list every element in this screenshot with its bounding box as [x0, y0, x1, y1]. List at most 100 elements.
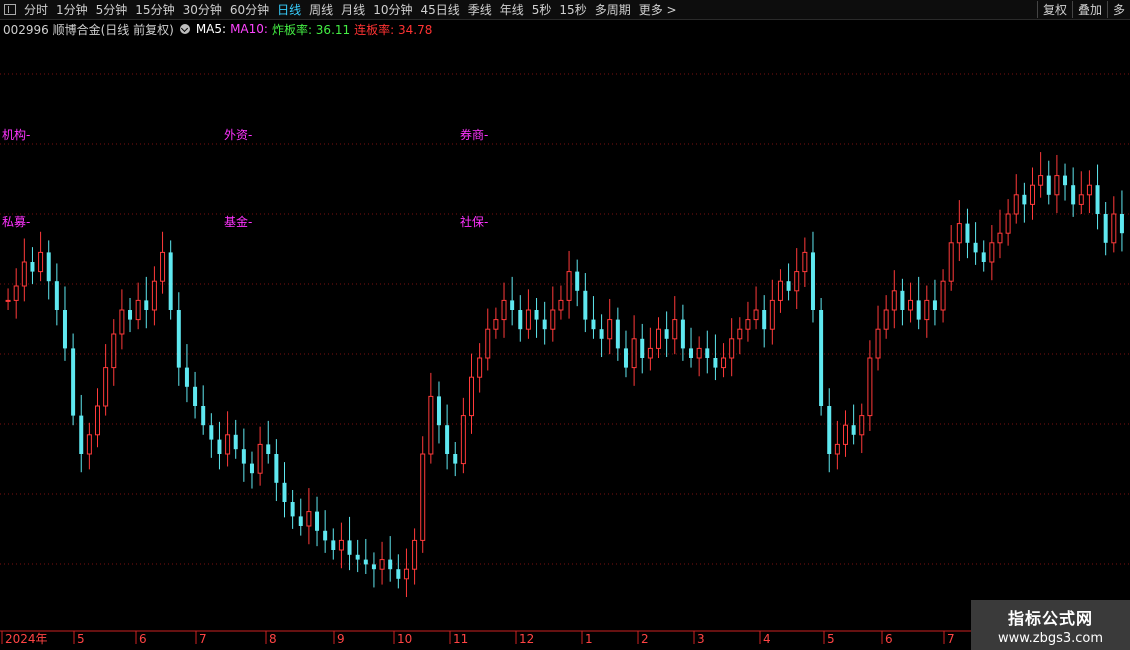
time-tick-label: 6 [885, 632, 893, 646]
candle-body [485, 328, 491, 359]
candle-body [501, 299, 507, 321]
candle-body [379, 559, 385, 570]
toolbar-button-0[interactable]: 复权 [1036, 1, 1072, 18]
candle-body [79, 415, 84, 454]
period-tab-8[interactable]: 月线 [337, 1, 369, 18]
time-axis: 2024年 5 6 7 8 9 10 11 12 1 2 3 4 5 6 7 [0, 630, 1130, 650]
candle-body [566, 271, 572, 301]
candlestick-chart[interactable] [0, 38, 1130, 630]
candle-body [331, 540, 336, 550]
time-tick-label: 1 [585, 632, 593, 646]
chart-type-icon[interactable] [4, 4, 16, 15]
candle-body [323, 530, 328, 541]
candle-body [989, 242, 995, 263]
candle-body [469, 376, 474, 417]
candle-body [575, 271, 580, 291]
candle-body [875, 328, 881, 359]
period-tab-11[interactable]: 季线 [464, 1, 496, 18]
time-tick-label: 4 [763, 632, 771, 646]
candle-body [241, 449, 246, 464]
candle-body [631, 338, 637, 369]
candle-body [396, 569, 401, 579]
candle-body [460, 415, 466, 465]
candle-body [128, 310, 133, 320]
candle-body [867, 357, 873, 417]
period-tab-13[interactable]: 5秒 [528, 1, 556, 18]
candle-body [209, 425, 214, 440]
candle-body [924, 299, 930, 321]
candle-body [1119, 214, 1124, 234]
candle-body [1095, 185, 1100, 214]
candle-body [160, 251, 166, 282]
candle-body [786, 281, 791, 291]
period-tab-16[interactable]: 更多 > [635, 1, 681, 18]
candle-body [1071, 185, 1076, 205]
zhaban-rate: 炸板率: 36.11 [271, 22, 351, 37]
watermark: 指标公式网 www.zbgs3.com [971, 600, 1130, 650]
candle-body [834, 443, 840, 455]
candle-body [1054, 175, 1060, 196]
candle-body [713, 358, 718, 368]
candle-body [71, 348, 76, 416]
candle-body [534, 310, 539, 320]
candle-body [672, 319, 678, 340]
candle-body [1030, 184, 1035, 205]
candle-body [338, 539, 344, 551]
candle-body [428, 395, 434, 455]
candle-body [388, 559, 393, 570]
expand-circle-icon[interactable] [179, 24, 190, 34]
candle-body [249, 463, 254, 474]
period-tab-1[interactable]: 1分钟 [52, 1, 92, 18]
period-tab-0[interactable]: 分时 [20, 1, 52, 18]
lianban-rate: 连板率: 34.78 [354, 22, 433, 37]
period-tab-15[interactable]: 多周期 [591, 1, 635, 18]
period-tab-9[interactable]: 10分钟 [369, 1, 416, 18]
candle-body [940, 280, 946, 311]
period-tab-7[interactable]: 周线 [305, 1, 337, 18]
candle-body [558, 299, 564, 311]
candle-body [274, 454, 279, 483]
period-tab-3[interactable]: 15分钟 [131, 1, 178, 18]
time-tick-label: 2 [641, 632, 649, 646]
candle-body [916, 300, 921, 320]
candle-body [266, 444, 271, 454]
period-tab-2[interactable]: 5分钟 [92, 1, 132, 18]
candle-body [1038, 175, 1044, 186]
candle-body [518, 310, 523, 330]
candle-body [948, 242, 954, 282]
candle-body [859, 415, 865, 436]
candle-body [891, 290, 897, 311]
candle-body [315, 511, 320, 531]
candle-body [86, 434, 92, 455]
period-tabs: 分时 1分钟 5分钟 15分钟 30分钟 60分钟 日线 周线 月线 10分钟 45日线 季线 年线 5秒… [20, 1, 681, 18]
time-tick-label: 6 [139, 632, 147, 646]
candle-body [883, 309, 889, 330]
candle-body [290, 502, 295, 517]
candle-body [21, 261, 27, 287]
period-tab-6[interactable]: 日线 [273, 1, 305, 18]
candle-body [306, 511, 312, 527]
candle-body [1086, 184, 1092, 196]
candle-body [54, 281, 59, 310]
candle-body [298, 516, 303, 526]
period-tab-4[interactable]: 30分钟 [179, 1, 226, 18]
candle-body [135, 299, 141, 321]
candle-body [777, 280, 783, 301]
candle-body [493, 319, 499, 330]
candle-body [38, 251, 44, 273]
indicator-header: 002996 顺博合金(日线 前复权) MA5: MA10: 炸板率: 36.1… [3, 21, 432, 37]
time-tick-label: 8 [269, 632, 277, 646]
toolbar-button-2[interactable]: 多 [1106, 1, 1130, 18]
candle-body [1103, 214, 1108, 243]
candle-body [615, 319, 620, 349]
toolbar-button-1[interactable]: 叠加 [1071, 1, 1107, 18]
period-tab-14[interactable]: 15秒 [555, 1, 590, 18]
candle-body [510, 300, 515, 310]
candle-body [233, 434, 238, 450]
candle-body [591, 319, 596, 330]
period-tab-10[interactable]: 45日线 [416, 1, 463, 18]
period-tab-12[interactable]: 年线 [496, 1, 528, 18]
candle-body [1078, 194, 1084, 205]
period-tab-5[interactable]: 60分钟 [226, 1, 273, 18]
candle-body [827, 406, 832, 454]
